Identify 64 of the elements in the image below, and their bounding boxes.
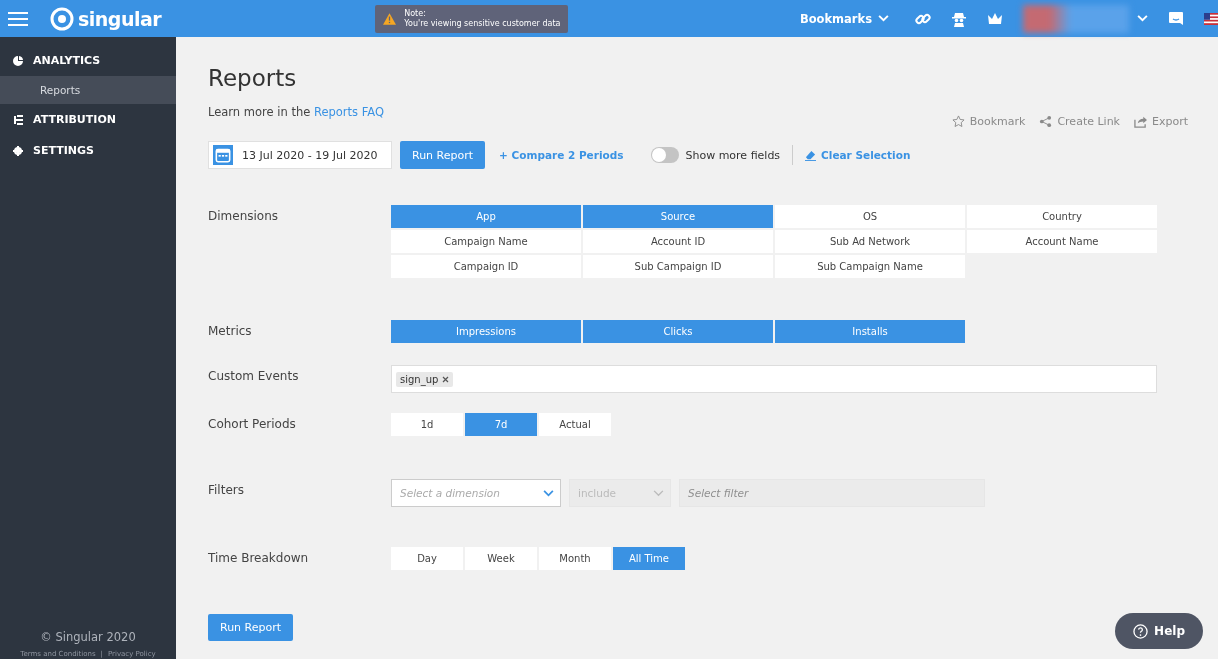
segment-button[interactable]: Actual (539, 413, 611, 436)
event-tag: sign_up (396, 371, 454, 387)
option-button[interactable]: Campaign Name (391, 230, 581, 253)
star-icon (951, 114, 965, 128)
copyright-text: © Singular 2020 (39, 630, 137, 644)
note-text: You're viewing sensitive customer data (404, 18, 561, 29)
segment-button[interactable]: Day (391, 547, 463, 570)
section-label: Custom Events (208, 368, 300, 385)
run-report-button[interactable]: Run Report (208, 614, 294, 641)
sidebar-item[interactable]: SETTINGS (0, 135, 176, 166)
option-button[interactable]: Sub Ad Network (775, 230, 965, 253)
option-button[interactable]: Campaign ID (391, 255, 581, 278)
section-label: Metrics (208, 323, 253, 340)
section-label: Cohort Periods (208, 416, 297, 433)
section-label: Dimensions (208, 208, 280, 225)
menu-icon[interactable] (8, 10, 28, 27)
spy-icon[interactable] (951, 10, 967, 27)
hierarchy-icon (13, 114, 23, 125)
bookmarks-menu[interactable]: Bookmarks (793, 10, 895, 27)
segment-button[interactable]: 1d (391, 413, 463, 436)
date-range-field[interactable]: 13 Jul 2020 - 19 Jul 2020 (208, 141, 392, 169)
warning-icon (383, 12, 397, 25)
segment-button[interactable]: 7d (465, 413, 537, 436)
section-label: Time Breakdown (208, 550, 310, 567)
option-button[interactable]: OS (775, 205, 965, 228)
sidebar-item[interactable]: ATTRIBUTION (0, 104, 176, 135)
chevron-down-icon (1137, 15, 1148, 22)
section-label: Filters (208, 482, 245, 499)
option-button[interactable]: Country (967, 205, 1157, 228)
eraser-icon (805, 149, 817, 161)
sidebar-item[interactable]: ANALYTICS (0, 45, 176, 76)
calendar-icon (213, 145, 233, 165)
chevron-down-icon (653, 489, 664, 497)
option-button[interactable]: Source (583, 205, 773, 228)
pie-chart-icon (13, 55, 23, 66)
share-icon (1039, 114, 1053, 128)
run-report-button[interactable]: Run Report (400, 141, 486, 169)
chevron-down-icon (543, 489, 554, 497)
option-button[interactable]: Sub Campaign ID (583, 255, 773, 278)
option-button[interactable]: Account ID (583, 230, 773, 253)
logo-text: singular (78, 7, 162, 30)
segment-button[interactable]: Month (539, 547, 611, 570)
remove-tag-icon[interactable] (442, 375, 450, 383)
toggle-switch[interactable] (651, 147, 680, 163)
segment-button[interactable]: Week (465, 547, 537, 570)
sidebar-subitem[interactable]: Reports (0, 76, 176, 104)
chat-icon[interactable] (1168, 10, 1184, 27)
option-button[interactable]: Impressions (391, 320, 581, 343)
question-icon (1133, 623, 1149, 639)
tag-input-field[interactable]: sign_up (391, 365, 1157, 393)
note-title: Note: (404, 8, 427, 19)
page-title: Reports (208, 65, 297, 93)
flag-icon[interactable] (1204, 12, 1218, 25)
export-icon (1134, 114, 1147, 128)
segment-button[interactable]: All Time (613, 547, 685, 570)
help-button[interactable]: Help (1115, 613, 1203, 649)
toggle-label: Show more fields (685, 148, 781, 162)
option-button[interactable]: Clicks (583, 320, 773, 343)
option-button[interactable]: App (391, 205, 581, 228)
faq-text: Learn more in the Reports FAQ (208, 105, 384, 119)
option-button[interactable]: Sub Campaign Name (775, 255, 965, 278)
chevron-down-icon (878, 15, 889, 22)
option-button[interactable]: Account Name (967, 230, 1157, 253)
option-button[interactable]: Installs (775, 320, 965, 343)
